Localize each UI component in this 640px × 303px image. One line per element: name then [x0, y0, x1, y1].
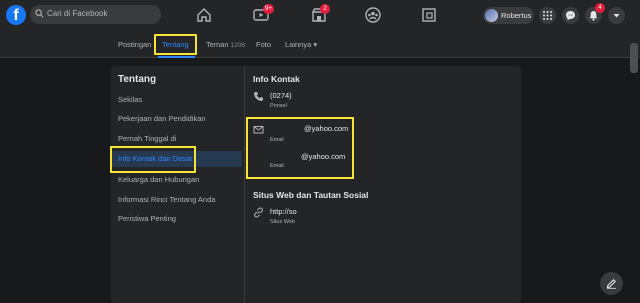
scrollbar[interactable]	[630, 43, 638, 73]
about-menu-places-lived[interactable]: Pernah Tinggal di	[111, 131, 242, 147]
messenger-button[interactable]	[562, 7, 579, 24]
highlight-box-emails	[246, 117, 354, 179]
tab-photos[interactable]: Foto	[256, 40, 271, 49]
messenger-icon	[566, 11, 575, 21]
link-icon	[254, 207, 263, 218]
about-card: Tentang Sekilas Pekerjaan dan Pendidikan…	[111, 66, 521, 303]
search-placeholder: Cari di Facebook	[47, 9, 108, 18]
phone-number: (0274)	[270, 91, 292, 100]
search-icon	[35, 9, 44, 18]
video-notification-badge: 9+	[263, 4, 274, 14]
website-label: Situs Web	[270, 219, 295, 225]
new-message-button[interactable]	[600, 272, 623, 295]
edit-icon	[606, 279, 616, 289]
marketplace-notification-badge: 2	[320, 4, 330, 14]
home-icon[interactable]	[195, 6, 213, 24]
tab-more[interactable]: Lainnya ▾	[285, 40, 317, 49]
groups-icon[interactable]	[364, 6, 382, 24]
facebook-logo[interactable]: f	[6, 5, 26, 25]
gaming-icon[interactable]	[420, 6, 438, 24]
avatar	[485, 9, 498, 22]
notification-count-badge: 4	[595, 3, 605, 13]
profile-shortcut[interactable]: Robertus	[483, 7, 534, 24]
about-menu-details-about-you[interactable]: Informasi Rinci Tentang Anda	[111, 192, 242, 208]
search-input[interactable]: Cari di Facebook	[30, 5, 161, 24]
about-title: Tentang	[118, 74, 157, 85]
chevron-down-icon	[613, 14, 620, 18]
menu-button[interactable]	[539, 7, 556, 24]
account-button[interactable]	[608, 7, 625, 24]
friends-count: 1208	[230, 42, 245, 49]
tab-friends[interactable]: Teman 1208	[206, 40, 245, 49]
highlight-box-contact-menu	[110, 146, 196, 173]
about-menu-life-events[interactable]: Peristiwa Penting	[111, 211, 242, 227]
phone-type-label: Ponsel	[270, 103, 287, 109]
phone-icon	[254, 92, 263, 101]
about-menu-family-relationships[interactable]: Keluarga dan Hubungan	[111, 172, 242, 188]
website-url[interactable]: http://so	[270, 207, 297, 216]
profile-tabs: Postingan Tentang Teman 1208 Foto Lainnya…	[0, 30, 640, 58]
active-tab-indicator	[158, 56, 195, 58]
grid-menu-icon	[543, 11, 552, 20]
top-navigation-bar: f Cari di Facebook 9+ 2 Robertus 4	[0, 0, 640, 30]
about-menu-overview[interactable]: Sekilas	[111, 92, 242, 108]
tab-posts[interactable]: Postingan	[118, 40, 151, 49]
tab-friends-label: Teman	[206, 40, 229, 49]
profile-name: Robertus	[501, 11, 532, 20]
about-sidebar: Tentang Sekilas Pekerjaan dan Pendidikan…	[111, 66, 245, 303]
contact-info-title: Info Kontak	[253, 74, 300, 84]
highlight-box-about-tab	[154, 34, 197, 55]
websites-title: Situs Web dan Tautan Sosial	[253, 190, 369, 200]
about-menu-work-education[interactable]: Pekerjaan dan Pendidikan	[111, 111, 242, 127]
